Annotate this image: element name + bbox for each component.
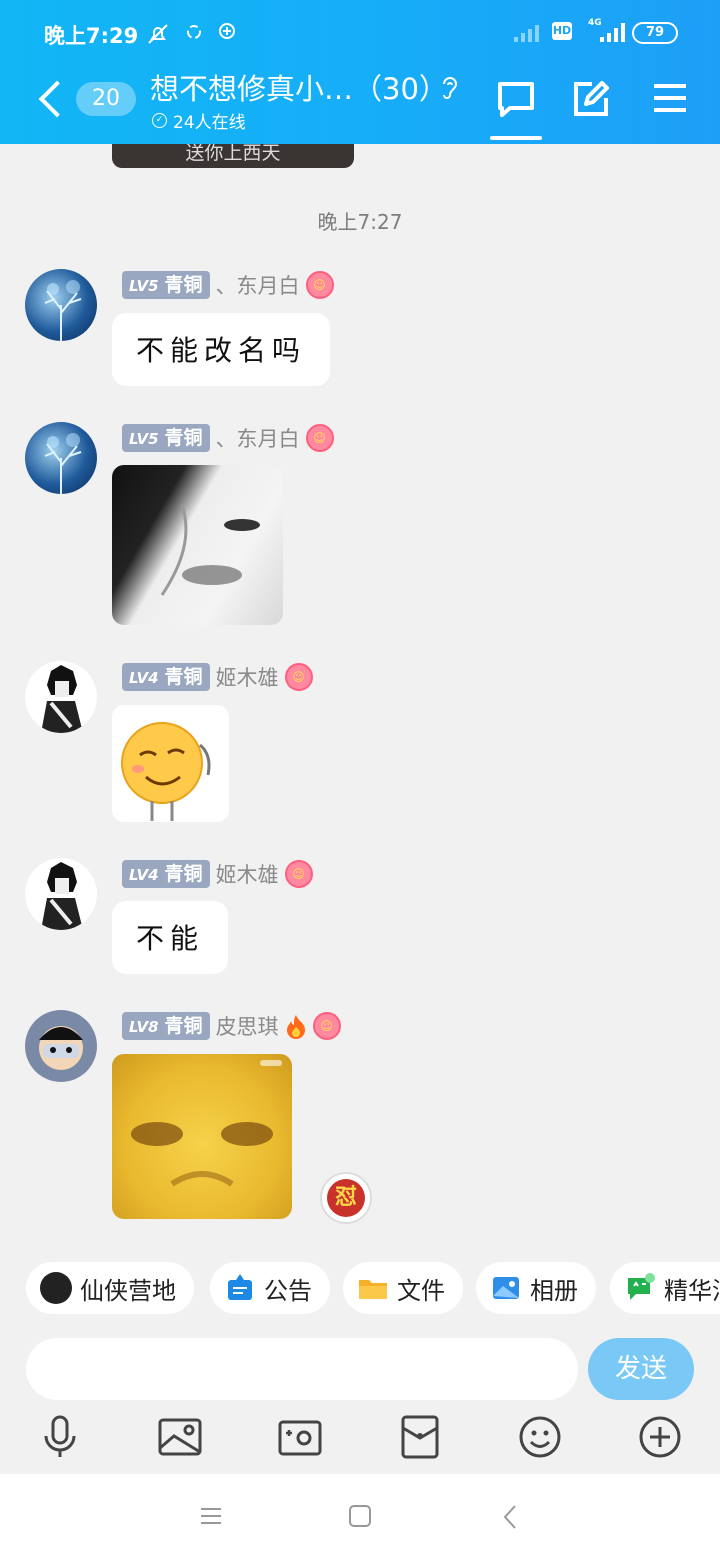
bell-off-icon [148, 24, 168, 44]
quickbar-label: 仙侠营地 [80, 1276, 176, 1305]
previous-sticker[interactable]: 送你上西天 [112, 144, 354, 168]
emoji-icon[interactable] [517, 1414, 563, 1460]
sticker-caption: 送你上西天 [185, 144, 281, 164]
ear-icon[interactable] [438, 74, 462, 102]
signal-weak-icon [514, 22, 539, 42]
anime-boy-art [41, 862, 83, 930]
online-status: ✓ 24人在线 [152, 108, 246, 133]
microphone-icon[interactable] [37, 1414, 83, 1460]
camera-icon[interactable] [277, 1414, 323, 1460]
sender-name[interactable]: 姬木雄 [216, 662, 279, 692]
quickbar-essence[interactable]: 精华消 [610, 1262, 720, 1314]
sender-meta: LV5 青铜 、东月白 ☺ [122, 423, 334, 453]
level-badge: LV8 青铜 [122, 1012, 210, 1040]
sender-meta: LV4 青铜 姬木雄 ☺ [122, 662, 313, 692]
sender-name[interactable]: 、东月白 [216, 270, 300, 300]
battery-indicator: 79 [632, 22, 678, 44]
sender-meta: LV4 青铜 姬木雄 ☺ [122, 859, 313, 889]
system-nav-bar [0, 1474, 720, 1560]
quickbar-label: 精华消 [664, 1276, 720, 1305]
sticker-smug-emoji[interactable] [112, 705, 229, 822]
sticker-face-meme[interactable] [112, 465, 283, 625]
hd-icon: HD [552, 22, 572, 40]
online-count: 24人在线 [173, 113, 246, 133]
avatar-jimuxiong[interactable] [25, 858, 97, 930]
sender-name[interactable]: 姬木雄 [216, 859, 279, 889]
tree-avatar-art [44, 433, 82, 494]
flower-badge-icon: ☺ [305, 271, 334, 299]
level-badge: LV5 青铜 [122, 424, 210, 452]
grayscale-face-art [160, 504, 260, 596]
quickbar-label: 文件 [397, 1276, 445, 1305]
flower-badge-icon: ☺ [305, 424, 334, 452]
quickbar-files[interactable]: 文件 [343, 1262, 463, 1314]
back-arrow-icon[interactable] [38, 80, 76, 118]
home-square-icon[interactable] [348, 1504, 372, 1528]
reaction-glyph: 怼 [327, 1179, 365, 1217]
time-divider: 晚上7:27 [317, 210, 403, 234]
fire-icon [286, 1015, 305, 1039]
angry-cat-art [131, 1060, 282, 1187]
sender-meta: LV5 青铜 、东月白 ☺ [122, 270, 334, 300]
sender-name[interactable]: 、东月白 [216, 423, 300, 453]
chat-bubble-icon[interactable] [496, 80, 536, 118]
level-badge: LV4 青铜 [122, 663, 210, 691]
flower-badge-icon: ☺ [284, 663, 313, 691]
message-input[interactable] [26, 1338, 578, 1400]
message-bubble[interactable]: 不能 [112, 901, 229, 974]
back-nav-icon[interactable] [502, 1504, 518, 1530]
status-icons [146, 22, 236, 46]
status-time: 晚上7:29 [44, 24, 139, 48]
camp-icon [40, 1272, 72, 1304]
plus-icon[interactable] [637, 1414, 683, 1460]
level-badge: LV5 青铜 [122, 271, 210, 299]
avatar-dongyuebai[interactable] [25, 422, 97, 494]
essence-icon [628, 1273, 655, 1300]
message-bubble[interactable]: 不能改名吗 [112, 313, 331, 386]
app-notification-icon [219, 23, 235, 39]
quickbar-label: 相册 [530, 1276, 578, 1305]
flower-badge-icon: ☺ [284, 860, 313, 888]
sender-name[interactable]: 皮思琪 [216, 1011, 279, 1041]
send-button[interactable]: 发送 [588, 1338, 694, 1400]
level-badge: LV4 青铜 [122, 860, 210, 888]
flower-badge-icon: ☺ [312, 1012, 341, 1040]
sender-meta: LV8 青铜 皮思琪 ☺ [122, 1011, 341, 1041]
edit-note-icon[interactable] [572, 80, 610, 118]
chat-header: 晚上7:29 HD 4G 79 20 想不想修真小…（30） ✓ 24人在线 [0, 0, 720, 144]
quickbar-camp[interactable]: 仙侠营地 [26, 1262, 194, 1314]
menu-icon[interactable] [652, 80, 688, 116]
sync-icon [187, 25, 201, 39]
unread-badge[interactable]: 20 [76, 82, 136, 116]
recents-menu-icon[interactable] [200, 1506, 222, 1526]
active-tab-indicator [490, 136, 542, 140]
announcement-icon [228, 1274, 252, 1300]
anime-boy-art [41, 665, 83, 733]
tree-avatar-art [44, 280, 82, 341]
sticker-angry-cat[interactable] [112, 1054, 292, 1219]
group-title[interactable]: 想不想修真小…（30） [150, 66, 448, 108]
quickbar-label: 公告 [264, 1276, 312, 1305]
quickbar-album[interactable]: 相册 [476, 1262, 596, 1314]
check-circle-icon: ✓ [152, 113, 167, 128]
signal-icon [600, 22, 625, 42]
image-icon[interactable] [157, 1414, 203, 1460]
red-packet-icon[interactable] [397, 1414, 443, 1460]
folder-icon [359, 1280, 387, 1299]
smug-emoji-art [121, 722, 211, 821]
album-icon [493, 1277, 519, 1299]
avatar-dongyuebai[interactable] [25, 269, 97, 341]
cartoon-kid-art [39, 1026, 83, 1070]
avatar-pisiqi[interactable] [25, 1010, 97, 1082]
reaction-badge[interactable]: 怼 [320, 1172, 372, 1224]
quickbar-announcement[interactable]: 公告 [210, 1262, 330, 1314]
avatar-jimuxiong[interactable] [25, 661, 97, 733]
